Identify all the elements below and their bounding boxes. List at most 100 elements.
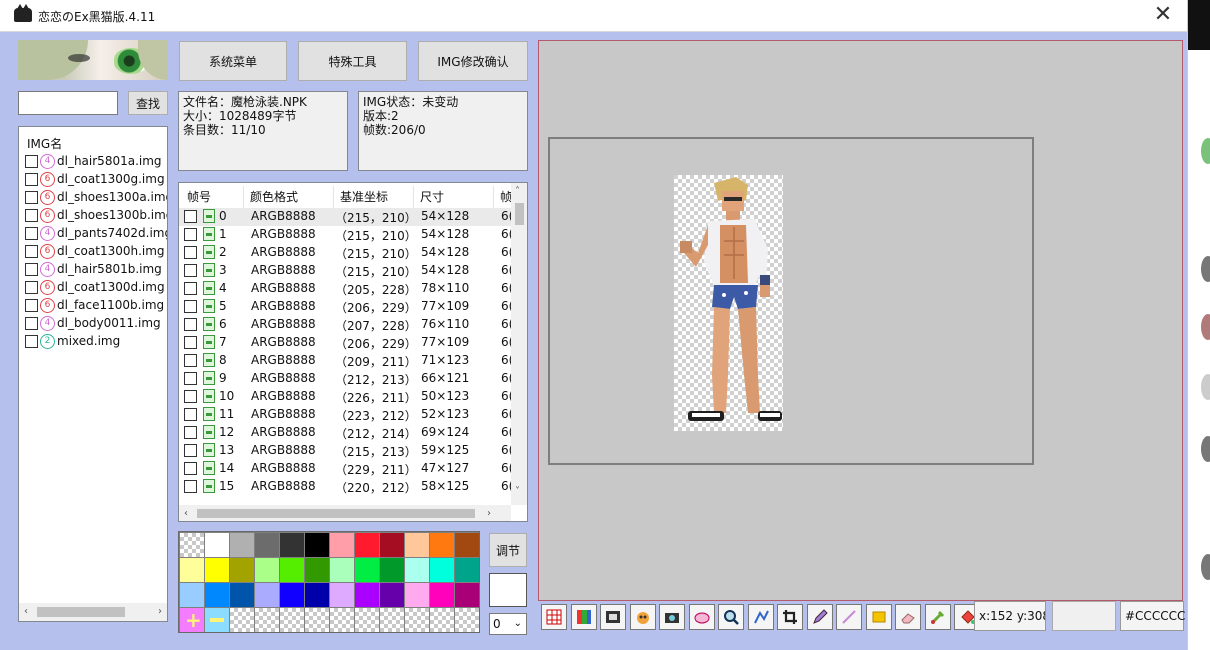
table-row[interactable]: 1 ARGB8888 （215，210） 54×128 6( (179, 226, 513, 244)
color-swatch[interactable] (230, 533, 254, 557)
table-row[interactable]: 12 ARGB8888 （212，214） 69×124 6( (179, 424, 513, 442)
empty-swatch[interactable] (330, 608, 354, 632)
table-row[interactable]: 13 ARGB8888 （215，213） 59×125 6( (179, 442, 513, 460)
table-row[interactable]: 3 ARGB8888 （215，210） 54×128 6( (179, 262, 513, 280)
color-swatch[interactable] (230, 558, 254, 582)
img-checkbox[interactable] (25, 226, 38, 240)
table-row[interactable]: 2 ARGB8888 （215，210） 54×128 6( (179, 244, 513, 262)
frame-checkbox[interactable] (184, 336, 197, 349)
col-base-coord[interactable]: 基准坐标 (340, 186, 414, 208)
color-swatch[interactable] (180, 558, 204, 582)
img-list-item[interactable]: 4 dl_body0011.img (25, 314, 161, 332)
frame-table-vscroll[interactable]: ˄ ˅ (511, 183, 527, 505)
img-list-item[interactable]: 2 mixed.img (25, 332, 120, 350)
color-swatch[interactable] (380, 583, 404, 607)
pencil-icon[interactable] (806, 604, 833, 630)
magnifier-icon[interactable] (718, 604, 744, 630)
table-row[interactable]: 5 ARGB8888 （206，229） 77×109 6( (179, 298, 513, 316)
color-swatch[interactable] (305, 533, 329, 557)
frame-checkbox[interactable] (184, 228, 197, 241)
color-swatch[interactable] (430, 583, 454, 607)
color-swatch[interactable] (330, 558, 354, 582)
empty-swatch[interactable] (255, 608, 279, 632)
table-row[interactable]: 11 ARGB8888 （223，212） 52×123 6( (179, 406, 513, 424)
color-swatch[interactable] (455, 533, 479, 557)
number-select[interactable]: 0 ⌄ (489, 613, 527, 635)
img-checkbox[interactable] (25, 208, 38, 222)
img-list-item[interactable]: 6 dl_shoes1300a.img (25, 188, 167, 206)
color-swatch[interactable] (355, 583, 379, 607)
img-checkbox[interactable] (25, 190, 38, 204)
rect-icon[interactable] (865, 604, 892, 630)
img-checkbox[interactable] (25, 298, 38, 312)
frame-checkbox[interactable] (184, 282, 197, 295)
color-swatch[interactable] (405, 533, 429, 557)
scroll-down-icon[interactable]: ˅ (515, 485, 520, 499)
img-checkbox[interactable] (25, 280, 38, 294)
color-swatch[interactable] (330, 583, 354, 607)
table-row[interactable]: 14 ARGB8888 （229，211） 47×127 6( (179, 460, 513, 478)
color-preview[interactable] (489, 573, 527, 607)
img-confirm-button[interactable]: IMG修改确认 (418, 41, 528, 81)
frame-checkbox[interactable] (184, 462, 197, 475)
table-row[interactable]: 0 ARGB8888 （215，210） 54×128 6( (179, 208, 513, 226)
film-icon[interactable] (600, 604, 626, 630)
cloud-icon[interactable] (688, 604, 715, 630)
col-frame-id[interactable]: 帧号 (187, 186, 244, 208)
img-list-item[interactable]: 6 dl_coat1300d.img (25, 278, 165, 296)
empty-swatch[interactable] (355, 608, 379, 632)
system-menu-button[interactable]: 系统菜单 (179, 41, 287, 81)
empty-swatch[interactable] (430, 608, 454, 632)
color-swatch[interactable] (455, 583, 479, 607)
color-swatch[interactable] (230, 583, 254, 607)
table-row[interactable]: 8 ARGB8888 （209，211） 71×123 6( (179, 352, 513, 370)
add-color-button[interactable]: + (180, 608, 204, 632)
frame-checkbox[interactable] (184, 210, 197, 223)
line-icon[interactable] (836, 604, 862, 630)
table-row[interactable]: 9 ARGB8888 （212，213） 66×121 6( (179, 370, 513, 388)
special-tools-button[interactable]: 特殊工具 (298, 41, 407, 81)
img-list-item[interactable]: 6 dl_coat1300h.img (25, 242, 165, 260)
img-checkbox[interactable] (25, 334, 38, 348)
col-size[interactable]: 尺寸 (420, 186, 494, 208)
empty-swatch[interactable] (230, 608, 254, 632)
preview-canvas[interactable] (538, 40, 1183, 601)
color-swatch[interactable] (355, 533, 379, 557)
frame-checkbox[interactable] (184, 390, 197, 403)
color-swatch[interactable] (280, 583, 304, 607)
frame-checkbox[interactable] (184, 408, 197, 421)
img-checkbox[interactable] (25, 154, 38, 168)
img-checkbox[interactable] (25, 262, 38, 276)
scroll-left-icon[interactable]: ‹ (24, 605, 28, 619)
crop-icon[interactable] (777, 604, 803, 630)
color-swatch[interactable] (405, 583, 429, 607)
img-list-item[interactable]: 6 dl_shoes1300b.img (25, 206, 167, 224)
color-swatch[interactable] (180, 583, 204, 607)
color-swatch[interactable] (430, 558, 454, 582)
scroll-left-icon[interactable]: ‹ (184, 507, 188, 521)
chart-icon[interactable] (747, 604, 774, 630)
scroll-right-icon[interactable]: › (158, 605, 162, 619)
frame-checkbox[interactable] (184, 480, 197, 493)
table-row[interactable]: 6 ARGB8888 （207，228） 76×110 6( (179, 316, 513, 334)
frame-checkbox[interactable] (184, 300, 197, 313)
img-checkbox[interactable] (25, 316, 38, 330)
img-list-hscroll[interactable]: ‹ › (19, 603, 167, 621)
table-row[interactable]: 4 ARGB8888 （205，228） 78×110 6( (179, 280, 513, 298)
palette-icon[interactable] (570, 604, 597, 630)
color-swatch[interactable] (330, 533, 354, 557)
scroll-up-icon[interactable]: ˄ (515, 185, 520, 199)
img-list-item[interactable]: 6 dl_face1100b.img (25, 296, 164, 314)
img-list-item[interactable]: 4 dl_hair5801a.img (25, 152, 162, 170)
transparent-swatch[interactable] (180, 533, 204, 557)
grid-icon[interactable] (541, 604, 567, 630)
img-list-item[interactable]: 4 dl_pants7402d.img (25, 224, 167, 242)
eyedropper-icon[interactable] (924, 604, 951, 630)
frame-checkbox[interactable] (184, 444, 197, 457)
empty-swatch[interactable] (405, 608, 429, 632)
frame-checkbox[interactable] (184, 354, 197, 367)
frame-checkbox[interactable] (184, 318, 197, 331)
frame-checkbox[interactable] (184, 426, 197, 439)
scroll-right-icon[interactable]: › (487, 507, 491, 521)
search-input[interactable] (18, 91, 118, 115)
